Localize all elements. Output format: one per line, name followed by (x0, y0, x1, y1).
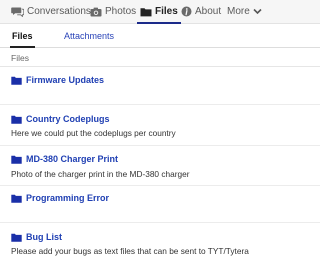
divider (0, 222, 320, 223)
files-subtabs: Files Attachments (0, 24, 320, 48)
divider (0, 185, 320, 186)
nav-label: More (227, 6, 250, 17)
folder-description: Here we could put the codeplugs per coun… (11, 128, 176, 138)
folder-icon (11, 115, 22, 124)
folder-description: Photo of the charger print in the MD-380… (11, 169, 190, 179)
folder-icon (11, 155, 22, 164)
nav-label: About (195, 6, 222, 17)
nav-photos[interactable]: Photos (90, 0, 136, 23)
folder-description: Please add your bugs as text files that … (11, 246, 249, 256)
tab-files[interactable]: Files (10, 24, 34, 48)
nav-more[interactable]: More (227, 0, 265, 23)
chevron-down-icon (253, 8, 262, 15)
nav-about[interactable]: About (181, 0, 221, 23)
folder-name: MD-380 Charger Print (26, 154, 119, 164)
conversations-icon (11, 6, 24, 17)
folder-name: Country Codeplugs (26, 114, 110, 124)
folder-icon (11, 76, 22, 85)
folder-name: Firmware Updates (26, 75, 105, 85)
divider (0, 66, 320, 67)
camera-icon (90, 7, 102, 17)
divider (0, 104, 320, 105)
folder-icon (140, 7, 152, 17)
top-nav: Conversations Photos Files About More (0, 0, 320, 24)
nav-label: Conversations (27, 6, 91, 17)
nav-files[interactable]: Files (137, 0, 181, 24)
divider (0, 145, 320, 146)
folder-name: Bug List (26, 232, 62, 242)
nav-conversations[interactable]: Conversations (11, 0, 91, 23)
breadcrumb: Files (11, 53, 29, 63)
folder-icon (11, 194, 22, 203)
folder-programming-error[interactable]: Programming Error (11, 193, 109, 203)
info-icon (181, 6, 192, 17)
nav-label: Files (155, 6, 178, 17)
nav-label: Photos (105, 6, 137, 17)
tab-attachments[interactable]: Attachments (64, 24, 114, 47)
folder-firmware-updates[interactable]: Firmware Updates (11, 75, 104, 85)
folder-icon (11, 233, 22, 242)
folder-country-codeplugs[interactable]: Country Codeplugs (11, 114, 110, 124)
folder-bug-list[interactable]: Bug List (11, 232, 62, 242)
folder-name: Programming Error (26, 193, 110, 203)
folder-md380-charger-print[interactable]: MD-380 Charger Print (11, 154, 118, 164)
